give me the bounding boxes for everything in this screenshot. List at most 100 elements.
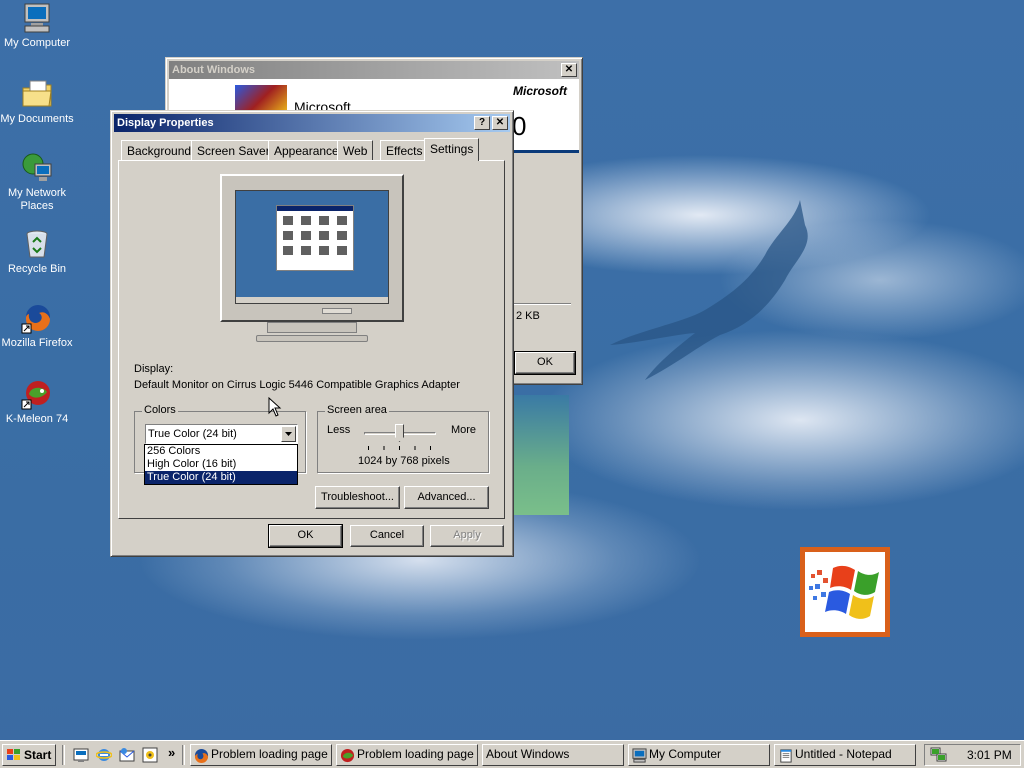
desktop-icon-my-computer[interactable]: My Computer [0, 2, 74, 50]
close-button[interactable]: ✕ [492, 116, 508, 130]
desktop-icon-my-documents[interactable]: My Documents [0, 78, 74, 126]
tab-settings[interactable]: Settings [424, 138, 480, 161]
colors-dropdown-list: 256 Colors High Color (16 bit) True Colo… [144, 444, 298, 485]
recycle-bin-icon [21, 228, 53, 260]
memory-text: 2 KB [516, 310, 540, 322]
kmeleon-icon [340, 748, 355, 763]
resolution-slider[interactable] [364, 424, 436, 454]
dropdown-button[interactable] [281, 426, 296, 442]
colors-option-selected[interactable]: True Color (24 bit) [145, 471, 297, 484]
computer-icon [632, 748, 647, 763]
about-ok-button[interactable]: OK [514, 351, 576, 375]
chevron-down-icon [285, 432, 292, 436]
apply-button[interactable]: Apply [430, 525, 504, 547]
wallpaper-swimmer-image [610, 200, 808, 380]
colors-group-title: Colors [142, 404, 178, 416]
desktop-icon-label: My Network Places [7, 187, 67, 212]
windows-logo [800, 547, 890, 637]
resolution-text: 1024 by 768 pixels [358, 455, 450, 467]
tab-screen-saver[interactable]: Screen Saver [191, 140, 276, 160]
tab-effects[interactable]: Effects [380, 140, 429, 160]
troubleshoot-button[interactable]: Troubleshoot... [315, 486, 400, 509]
desktop-icon-kmeleon[interactable]: K-Meleon 74 [0, 378, 74, 426]
tab-web[interactable]: Web [337, 140, 374, 160]
window-title: About Windows [172, 64, 255, 76]
task-button-my-computer[interactable]: My Computer [628, 744, 770, 766]
wallpaper-green-block [512, 395, 569, 515]
settings-panel: Display: Default Monitor on Cirrus Logic… [118, 160, 505, 519]
network-tray-icon[interactable] [930, 747, 948, 763]
outlook-icon[interactable] [119, 747, 135, 763]
desktop-icon-label: My Documents [0, 113, 74, 125]
task-label: Problem loading page ... [357, 747, 478, 761]
ok-button[interactable]: OK [268, 524, 343, 548]
monitor-power-button [322, 308, 352, 314]
colors-select-value: True Color (24 bit) [148, 428, 237, 440]
desktop-icon-label: Mozilla Firefox [1, 337, 73, 349]
display-heading: Display: [134, 363, 174, 375]
task-label: Untitled - Notepad [795, 747, 892, 761]
desktop-icon-firefox[interactable]: Mozilla Firefox [0, 302, 74, 350]
monitor-preview [220, 174, 404, 322]
desktop-icon-label: K-Meleon 74 [5, 413, 69, 425]
monitor-screen [235, 190, 389, 304]
desktop-icon-network-places[interactable]: My Network Places [0, 152, 74, 213]
task-button-notepad[interactable]: Untitled - Notepad [774, 744, 916, 766]
colors-option[interactable]: High Color (16 bit) [145, 458, 297, 471]
display-properties-titlebar[interactable]: Display Properties ? ✕ [114, 114, 510, 132]
tasks-divider [182, 745, 185, 765]
quick-launch-divider [62, 745, 65, 765]
colors-select[interactable]: True Color (24 bit) [145, 424, 298, 444]
cancel-button[interactable]: Cancel [350, 525, 424, 547]
show-desktop-icon[interactable] [73, 747, 89, 763]
media-icon[interactable] [142, 747, 158, 763]
version-text: 0 [512, 111, 527, 141]
task-button-about-windows[interactable]: About Windows [482, 744, 624, 766]
desktop-icon-label: My Computer [3, 37, 71, 49]
less-label: Less [327, 424, 351, 436]
monitor-base [256, 335, 368, 342]
colors-option[interactable]: 256 Colors [145, 445, 297, 458]
quick-launch-chevron[interactable]: » [168, 745, 175, 760]
about-banner-stripe [509, 150, 579, 153]
task-button-kmeleon[interactable]: Problem loading page ... [336, 744, 478, 766]
microsoft-brand-right: Microsoft [513, 84, 567, 98]
task-label: Problem loading page ... [211, 747, 332, 761]
window-title: Display Properties [117, 117, 214, 129]
display-device-text: Default Monitor on Cirrus Logic 5446 Com… [134, 379, 460, 391]
screen-area-group: Screen area Less More 1024 by 768 pixels [317, 404, 489, 473]
more-label: More [450, 424, 476, 436]
tab-appearance[interactable]: Appearance [268, 140, 345, 160]
system-tray: 3:01 PM [924, 744, 1021, 766]
slider-thumb[interactable] [395, 424, 404, 442]
windows-flag-icon [7, 749, 20, 760]
tab-background[interactable]: Background [121, 140, 198, 160]
task-label: About Windows [486, 747, 570, 761]
desktop-icon-label: Recycle Bin [7, 263, 67, 275]
preview-taskbar [236, 297, 388, 303]
monitor-stand [267, 322, 357, 333]
network-places-icon [21, 152, 53, 184]
about-divider [514, 303, 571, 305]
notepad-icon [780, 749, 792, 763]
ie-icon[interactable] [96, 747, 112, 763]
desktop-icon-recycle-bin[interactable]: Recycle Bin [0, 228, 74, 276]
start-button[interactable]: Start [2, 744, 56, 766]
firefox-icon [21, 302, 53, 334]
advanced-button[interactable]: Advanced... [404, 486, 489, 509]
firefox-icon [194, 748, 209, 763]
task-button-firefox[interactable]: Problem loading page ... [190, 744, 332, 766]
folder-documents-icon [21, 78, 53, 110]
preview-window [276, 205, 354, 271]
clock[interactable]: 3:01 PM [967, 745, 1012, 765]
about-windows-titlebar[interactable]: About Windows ✕ [169, 61, 579, 79]
kmeleon-icon [21, 378, 53, 410]
close-button[interactable]: ✕ [561, 63, 577, 77]
task-label: My Computer [649, 747, 722, 761]
screen-area-group-title: Screen area [325, 404, 389, 416]
mouse-cursor-icon [268, 397, 282, 417]
help-button[interactable]: ? [474, 116, 490, 130]
slider-ticks [368, 446, 432, 450]
computer-icon [21, 2, 53, 34]
start-label: Start [24, 748, 52, 762]
